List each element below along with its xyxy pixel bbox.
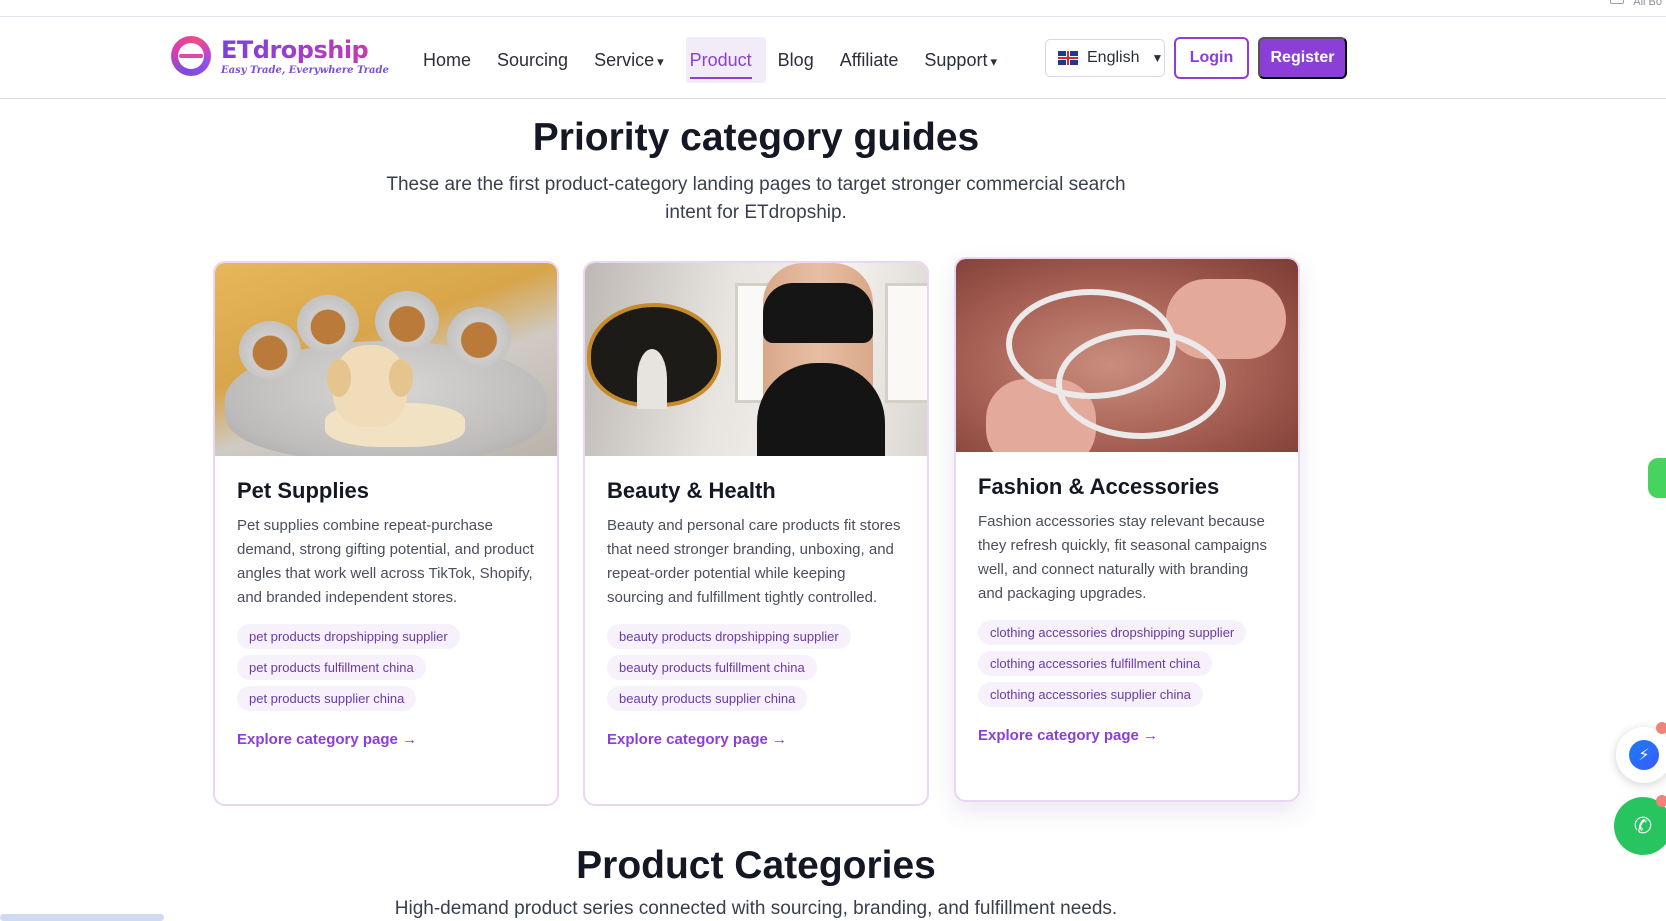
nav-support[interactable]: Support ▾ (924, 45, 997, 75)
language-label: English (1087, 49, 1140, 66)
side-chat-tab[interactable] (1648, 458, 1666, 498)
nav-product-label: Product (689, 50, 752, 70)
brand-name: ETdropship (221, 36, 389, 64)
explore-category-link[interactable]: Explore category page → (237, 731, 535, 748)
nav-blog[interactable]: Blog (778, 45, 814, 75)
card-title: Pet Supplies (237, 478, 370, 503)
keyword-tag[interactable]: clothing accessories dropshipping suppli… (978, 620, 1247, 645)
nav-sourcing-label: Sourcing (497, 50, 569, 70)
keyword-tag[interactable]: clothing accessories fulfillment china (978, 651, 1213, 676)
explore-category-link[interactable]: Explore category page → (607, 731, 905, 748)
chevron-down-icon: ▾ (657, 54, 664, 69)
nav-service[interactable]: Service ▾ (594, 45, 664, 75)
keyword-tags: beauty products dropshipping supplier be… (607, 624, 905, 717)
category-card-fashion-accessories: Fashion & Accessories Fashion accessorie… (954, 257, 1300, 802)
priority-section-subtitle: These are the first product-category lan… (386, 174, 1126, 223)
product-categories-title: Product Categories (576, 844, 936, 887)
nav-affiliate[interactable]: Affiliate (840, 45, 899, 75)
keyword-tag[interactable]: beauty products supplier china (607, 686, 808, 711)
nav-home[interactable]: Home (423, 45, 471, 75)
keyword-tag[interactable]: beauty products fulfillment china (607, 655, 817, 680)
language-select[interactable]: English ▼ (1045, 39, 1165, 77)
keyword-tag[interactable]: pet products dropshipping supplier (237, 624, 460, 649)
card-description: Fashion accessories stay relevant becaus… (978, 513, 1268, 602)
keyword-tags: pet products dropshipping supplier pet p… (237, 624, 535, 717)
bookmarks-text[interactable]: All Bo (1633, 0, 1662, 8)
login-button[interactable]: Login (1174, 37, 1249, 79)
main-nav: Home Sourcing Service ▾ Product Blog Affi… (423, 45, 1023, 79)
chevron-down-icon: ▾ (990, 54, 997, 69)
whatsapp-icon: ✆ (1633, 813, 1653, 838)
messenger-icon: ⚡ (1629, 740, 1659, 770)
messenger-button[interactable]: ⚡ (1616, 727, 1666, 783)
brand-tagline: Easy Trade, Everywhere Trade (221, 65, 389, 76)
keyword-tag[interactable]: pet products fulfillment china (237, 655, 426, 680)
keyword-tags: clothing accessories dropshipping suppli… (978, 620, 1276, 713)
uk-flag-icon (1058, 51, 1078, 65)
notification-dot (1656, 795, 1666, 807)
fashion-accessories-image (956, 259, 1298, 452)
category-card-pet-supplies: Pet Supplies Pet supplies combine repeat… (213, 261, 559, 806)
card-description: Beauty and personal care products fit st… (607, 517, 901, 606)
card-title: Fashion & Accessories (978, 474, 1220, 499)
product-categories-subtitle: High-demand product series connected wit… (394, 898, 1118, 919)
keyword-tag[interactable]: beauty products dropshipping supplier (607, 624, 851, 649)
pet-supplies-image (215, 263, 557, 456)
card-title: Beauty & Health (607, 478, 776, 503)
register-button[interactable]: Register (1258, 37, 1347, 79)
keyword-tag[interactable]: clothing accessories supplier china (978, 682, 1203, 707)
priority-section-title: Priority category guides (532, 116, 980, 159)
brand-logo[interactable]: ETdropship Easy Trade, Everywhere Trade (171, 36, 389, 76)
browser-top-strip: All Bo (0, 0, 1666, 17)
nav-support-label: Support (924, 50, 988, 70)
folder-icon (1610, 0, 1624, 4)
card-description: Pet supplies combine repeat-purchase dem… (237, 517, 534, 606)
beauty-health-image (585, 263, 927, 456)
nav-home-label: Home (423, 50, 472, 70)
logo-mark-icon (171, 36, 211, 76)
site-header: ETdropship Easy Trade, Everywhere Trade … (0, 17, 1666, 99)
nav-sourcing[interactable]: Sourcing (497, 45, 568, 75)
keyword-tag[interactable]: pet products supplier china (237, 686, 417, 711)
category-card-beauty-health: Beauty & Health Beauty and personal care… (583, 261, 929, 806)
caret-down-icon: ▼ (1151, 51, 1164, 65)
notification-dot (1656, 722, 1666, 734)
explore-category-link[interactable]: Explore category page → (978, 727, 1276, 744)
nav-product[interactable]: Product (689, 45, 752, 79)
nav-blog-label: Blog (777, 50, 814, 70)
bottom-scroll-indicator (0, 914, 164, 921)
nav-service-label: Service (594, 50, 655, 70)
nav-affiliate-label: Affiliate (839, 50, 899, 70)
